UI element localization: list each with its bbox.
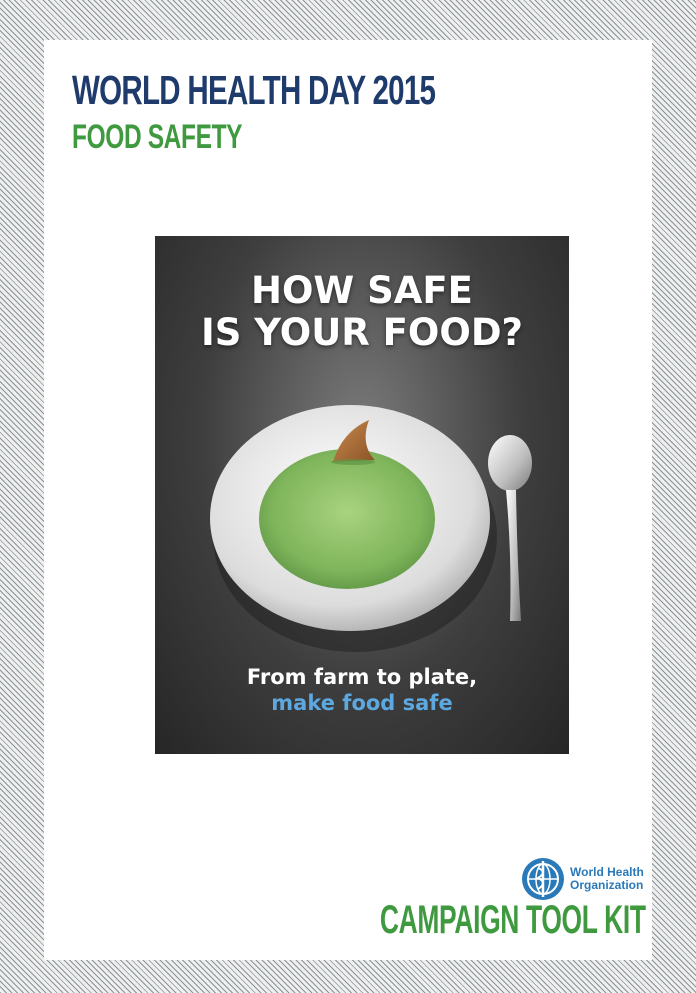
who-name-line-2: Organization — [570, 878, 644, 892]
tagline-line-1: From farm to plate, — [246, 665, 478, 689]
campaign-tool-kit-label: CAMPAIGN TOOL KIT — [380, 898, 646, 942]
campaign-poster: HOW SAFE IS YOUR FOOD? From farm to plat… — [155, 236, 569, 754]
headline-line-2: IS YOUR FOOD? — [201, 311, 523, 354]
spoon-handle — [506, 490, 521, 621]
headline-line-1: HOW SAFE — [251, 269, 473, 312]
who-emblem-icon — [522, 858, 564, 900]
fin-ripple — [331, 459, 375, 465]
cover-page: WORLD HEALTH DAY 2015 FOOD SAFETY HOW SA… — [44, 40, 652, 960]
green-soup — [259, 449, 435, 589]
tagline-line-2: make food safe — [271, 691, 453, 715]
who-name: World Health Organization — [570, 866, 644, 892]
page-title: WORLD HEALTH DAY 2015 — [72, 67, 436, 113]
page-subtitle: FOOD SAFETY — [72, 118, 243, 156]
poster-tagline: From farm to plate, make food safe — [155, 664, 569, 716]
who-logo: World Health Organization — [520, 856, 644, 902]
poster-headline: HOW SAFE IS YOUR FOOD? — [155, 270, 569, 354]
spoon-bowl — [488, 435, 532, 491]
